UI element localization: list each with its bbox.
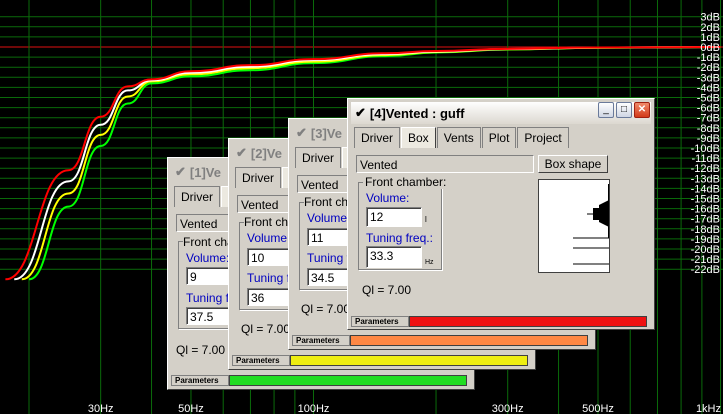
x-tick-label: 50Hz [178, 403, 204, 414]
parameters-row: Parameters [232, 355, 528, 366]
parameters-label: Parameters [292, 335, 350, 346]
tuning-input[interactable]: 37.5 [186, 307, 232, 325]
y-axis-labels: 3dB2dB1dB0dB-1dB-2dB-3dB-4dB-5dB-6dB-7dB… [691, 12, 720, 277]
box-shape-button[interactable]: Box shape [538, 155, 608, 173]
x-axis-labels: 30Hz 50Hz 100Hz 300Hz 500Hz 1kHz [88, 403, 721, 414]
volume-label: Volume: [247, 231, 291, 245]
ql-value: Ql = 7.00 [176, 343, 226, 357]
x-tick-label: 30Hz [88, 403, 114, 414]
x-tick-label: 300Hz [492, 403, 524, 414]
window-title: [2]Ve [250, 145, 282, 161]
alignment-field[interactable]: Vented [237, 195, 291, 213]
alignment-field[interactable]: Vented [297, 175, 349, 193]
volume-label: Volume: [307, 211, 351, 225]
app-icon: ✔ [236, 145, 247, 160]
x-tick-label: 500Hz [582, 403, 614, 414]
x-tick-label: 100Hz [298, 403, 330, 414]
front-chamber-label: Front cha [183, 235, 234, 249]
maximize-button[interactable]: □ [616, 102, 632, 118]
alignment-field[interactable]: Vented [176, 214, 232, 232]
volume-label: Volume: [186, 251, 230, 265]
y-tick-label: -22dB [691, 264, 720, 276]
tuning-input[interactable]: 36 [247, 288, 291, 306]
app-icon: ✔ [355, 105, 366, 120]
parameters-bar [409, 316, 647, 327]
parameters-bar [290, 355, 528, 366]
tuning-input[interactable]: 34.5 [307, 268, 349, 286]
parameters-row: Parameters [292, 335, 588, 346]
tab-driver[interactable]: Driver [174, 186, 220, 207]
tuning-label: Tuning freq.: [366, 231, 433, 245]
volume-input[interactable]: 10 [247, 248, 291, 266]
alignment-field[interactable]: Vented [356, 155, 534, 173]
tab-plot[interactable]: Plot [481, 127, 517, 148]
volume-label: Volume: [366, 191, 410, 205]
volume-input[interactable]: 12 [366, 207, 422, 227]
app-icon: ✔ [175, 164, 186, 179]
tuning-unit: Hz [425, 259, 434, 266]
box-shape-diagram [538, 179, 610, 273]
tab-project[interactable]: Project [517, 127, 569, 148]
window-title: [3]Ve [310, 125, 342, 141]
ql-value: Ql = 7.00 [301, 302, 351, 316]
vented-box-icon [573, 184, 610, 265]
window-title: [1]Ve [189, 164, 221, 180]
parameters-bar [229, 375, 467, 386]
close-button[interactable]: ✕ [634, 102, 650, 118]
parameters-label: Parameters [232, 355, 290, 366]
parameters-label: Parameters [171, 375, 229, 386]
volume-input[interactable]: 9 [186, 267, 232, 285]
window-title: [4]Vented : guff [369, 105, 465, 121]
front-chamber-label: Front chamber: [363, 175, 449, 189]
front-chamber-label: Front ch [304, 195, 349, 209]
tab-driver[interactable]: Driver [354, 127, 400, 148]
app-icon: ✔ [296, 125, 307, 140]
tuning-label: Tuning fr [247, 271, 294, 285]
parameters-row: Parameters [351, 316, 647, 327]
parameters-bar [350, 335, 588, 346]
tuning-input[interactable]: 33.3 [366, 246, 422, 268]
tab-driver[interactable]: Driver [235, 167, 281, 188]
vented-window-4[interactable]: ✔ [4]Vented : guff _ □ ✕ Driver Box Vents… [347, 98, 655, 330]
x-tick-label: 1kHz [696, 403, 721, 414]
tab-vents[interactable]: Vents [436, 127, 481, 148]
ql-value: Ql = 7.00 [362, 283, 412, 297]
window-controls: _ □ ✕ [596, 102, 650, 118]
ql-value: Ql = 7.00 [241, 322, 291, 336]
tab-box[interactable]: Box [401, 127, 436, 148]
tab-driver[interactable]: Driver [295, 147, 341, 168]
parameters-label: Parameters [351, 316, 409, 327]
minimize-button[interactable]: _ [598, 102, 614, 118]
volume-unit: l [425, 215, 427, 224]
volume-input[interactable]: 11 [307, 228, 349, 246]
tab-bar: Driver Box Vents Plot Project [354, 127, 570, 148]
parameters-row: Parameters [171, 375, 467, 386]
